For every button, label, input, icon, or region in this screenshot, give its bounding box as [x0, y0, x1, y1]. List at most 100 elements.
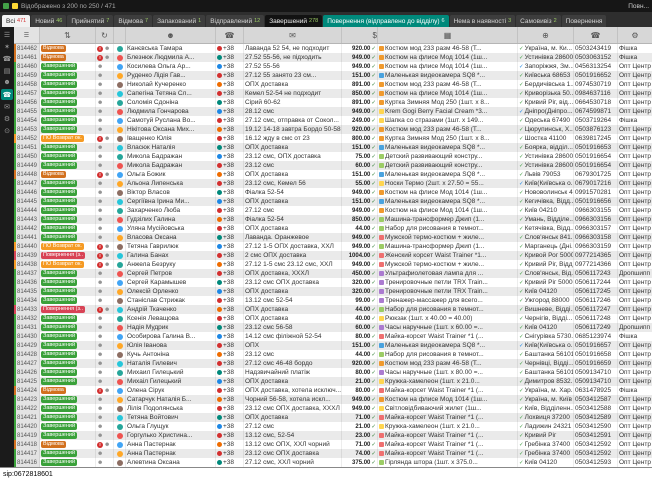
table-row[interactable]: 814423Завершений☻Сатарчук Наталія Б...+3… [14, 395, 652, 404]
phone-code-cell[interactable]: +38 [216, 44, 244, 53]
table-row[interactable]: 814449Завершений☻Микола Бадражан+3823.12… [14, 161, 652, 170]
table-row[interactable]: 814417Завершений☻Анна Пастернак+3823.12 … [14, 449, 652, 458]
phone-code-cell[interactable]: +38 [216, 242, 244, 251]
phone-code-cell[interactable]: +38 [216, 89, 244, 98]
mail-icon[interactable]: ✉ [1, 101, 13, 112]
table-row[interactable]: 814416Завершений☻Алевтина Оксана+3827.12… [14, 458, 652, 467]
table-row[interactable]: 814459Завершений☻Руденко Лідія Гав...+38… [14, 71, 652, 80]
phone-code-cell[interactable]: +38 [216, 233, 244, 242]
phone-code-cell[interactable]: +38 [216, 107, 244, 116]
power-icon[interactable]: ⊙ [1, 125, 13, 136]
phone-code-cell[interactable]: +38 [216, 395, 244, 404]
phone-code-cell[interactable]: +38 [216, 53, 244, 62]
tab-повернення[interactable]: Повернення [562, 15, 607, 27]
phone-code-cell[interactable]: +38 [216, 305, 244, 314]
phone-code-cell[interactable]: +38 [216, 422, 244, 431]
phone-code-cell[interactable]: +38 [216, 170, 244, 179]
phone-code-cell[interactable]: +38 [216, 179, 244, 188]
table-row[interactable]: 814422Завершений☻Лілія Подолянська+3823.… [14, 404, 652, 413]
phone-code-cell[interactable]: +38 [216, 152, 244, 161]
table-row[interactable]: 814437Завершений☻Сергей Петров+38ОПХ дос… [14, 269, 652, 278]
column-phone-code-header-icon[interactable]: ☎ [216, 27, 244, 43]
table-row[interactable]: 814426Завершений☻Михаил Гилецький+38Надз… [14, 368, 652, 377]
fullscreen-button[interactable]: Повн... [628, 3, 649, 10]
column-status-header-icon[interactable]: ⇅ [40, 27, 96, 43]
phone-code-cell[interactable]: +38 [216, 458, 244, 467]
table-row[interactable]: 814436Завершений☻Сергей Карамышев+3823.1… [14, 278, 652, 287]
table-row[interactable]: 814439Повернення (з..!☻Галина Банах+382 … [14, 251, 652, 260]
phone-code-cell[interactable]: +38 [216, 251, 244, 260]
table-row[interactable]: 814418Відмова!☻Анна Пастернак+3813.12 см… [14, 440, 652, 449]
phone-code-cell[interactable]: +38 [216, 260, 244, 269]
phone-code-cell[interactable]: +38 [216, 368, 244, 377]
phone-code-cell[interactable]: +38 [216, 125, 244, 134]
column-client-name-header-icon[interactable]: ☻ [126, 27, 216, 43]
settings-icon[interactable]: ⚙ [1, 113, 13, 124]
table-row[interactable]: 814451Завершений☻Власюк Наталія+38ОПХ до… [14, 143, 652, 152]
column-products-header-icon[interactable]: ▦ [378, 27, 518, 43]
table-row[interactable]: 814419Завершений☻Горгулько Христина...+3… [14, 431, 652, 440]
table-row[interactable]: 814427Завершений☻Наталія Гилевич+3827.12… [14, 359, 652, 368]
table-row[interactable]: 814431Завершений☻Надія Мудрик+3823.12 см… [14, 323, 652, 332]
table-row[interactable]: 814429Завершений☻Юлія Іванова+38ОПХ151.0… [14, 341, 652, 350]
table-row[interactable]: 814462Відмова!☻Канєвська Тамара+38Лаванд… [14, 44, 652, 53]
star-icon[interactable]: ✶ [1, 41, 13, 52]
table-row[interactable]: 814454Завершений☻Самотуй Руслана Во...+3… [14, 116, 652, 125]
table-row[interactable]: 814456Завершений☻Соломія Сдоніна+38Сірий… [14, 98, 652, 107]
phone-code-cell[interactable]: +38 [216, 449, 244, 458]
column-source-header-icon[interactable]: ⚙ [618, 27, 652, 43]
sip-link[interactable]: sip:0672818601 [3, 471, 53, 478]
table-row[interactable]: 814434Завершений☻Станіслав Стрижак+3813.… [14, 296, 652, 305]
phone-code-cell[interactable]: +38 [216, 341, 244, 350]
phone-code-cell[interactable]: +38 [216, 206, 244, 215]
table-row[interactable]: 814420Завершений☻Ольга Глущук+3827.12 см… [14, 422, 652, 431]
column-flags-header-icon[interactable]: ↻ [96, 27, 114, 43]
phone-code-cell[interactable]: +38 [216, 386, 244, 395]
tab-відмова[interactable]: Відмова7 [114, 15, 152, 27]
tab-нема-в-наявності[interactable]: Нема в наявності3 [450, 15, 516, 27]
column-price-header-icon[interactable]: $ [342, 27, 378, 43]
chart-icon[interactable]: ▤ [1, 65, 13, 76]
tab-запакований[interactable]: Запакований1 [153, 15, 205, 27]
phone-code-cell[interactable]: +38 [216, 197, 244, 206]
table-row[interactable]: 814453Завершений☻Нікітова Оксана Мих...+… [14, 125, 652, 134]
phone-code-cell[interactable]: +38 [216, 188, 244, 197]
tab-прийнятий[interactable]: Прийнятий7 [67, 15, 113, 27]
tab-завершений[interactable]: Завершений278 [265, 15, 322, 27]
phone-code-cell[interactable]: +38 [216, 116, 244, 125]
phone-code-cell[interactable]: +38 [216, 332, 244, 341]
table-row[interactable]: 814440ПО Возврат ок.!☻Тетяна Гаврилюк+38… [14, 242, 652, 251]
table-row[interactable]: 814455Завершений☻Людмила Гончарова+3828.… [14, 107, 652, 116]
table-row[interactable]: 814438ПО Возврат ок.!☻Анжела Безруку+382… [14, 260, 652, 269]
phone-code-cell[interactable]: +38 [216, 62, 244, 71]
table-row[interactable]: 814447Завершений☻Альона Липенська+3823.1… [14, 179, 652, 188]
phone-code-cell[interactable]: +38 [216, 350, 244, 359]
table-row[interactable]: 814461Відмова!☻Блезнюк Людмила А...+3827… [14, 53, 652, 62]
phone-code-cell[interactable]: +38 [216, 287, 244, 296]
table-row[interactable]: 814428Завершений☻Кучь Антоніна+3823.12 с… [14, 350, 652, 359]
table-row[interactable]: 814421Завершений☻Тетяна Войтович+38ОПХ д… [14, 413, 652, 422]
table-row[interactable]: 814444Завершений☻Захарченко Люба+3827.12… [14, 206, 652, 215]
phone-code-cell[interactable]: +38 [216, 359, 244, 368]
phone-code-cell[interactable]: +38 [216, 296, 244, 305]
phone-code-cell[interactable]: +38 [216, 224, 244, 233]
column-id-header-icon[interactable]: ☰ [14, 27, 40, 43]
tab-відправлений[interactable]: Відправлений12 [206, 15, 264, 27]
column-avatar-header-icon[interactable] [114, 27, 126, 43]
table-row[interactable]: 814442Завершений☻Уляна Мусійовська+38ОПХ… [14, 224, 652, 233]
table-row[interactable]: 814445Завершений☻Сергіївна Ірина Ми...+3… [14, 197, 652, 206]
table-row[interactable]: 814424Відмова!☻Олена Сірук+38ОПХ доставк… [14, 386, 652, 395]
phone-code-cell[interactable]: +38 [216, 215, 244, 224]
phone-code-cell[interactable]: +38 [216, 404, 244, 413]
phone-code-cell[interactable]: +38 [216, 377, 244, 386]
table-row[interactable]: 814458Завершений☻Николай Кучеренко+38ОПХ… [14, 80, 652, 89]
table-row[interactable]: 814443Завершений☻Гудзілих Галина+38Фіалк… [14, 215, 652, 224]
tab-повернення-відправлено-до-відділу-[interactable]: Повернення (відправлено до відділу)6 [323, 15, 448, 27]
users-icon[interactable]: ☻ [1, 77, 13, 88]
phone-code-cell[interactable]: +38 [216, 161, 244, 170]
phone-code-cell[interactable]: +38 [216, 314, 244, 323]
tab-самовивіз[interactable]: Самовивіз2 [516, 15, 561, 27]
column-phone-header-icon[interactable]: ☎ [574, 27, 618, 43]
tab-всі[interactable]: Всі471 [2, 15, 30, 27]
column-city-header-icon[interactable]: ⊕ [518, 27, 574, 43]
